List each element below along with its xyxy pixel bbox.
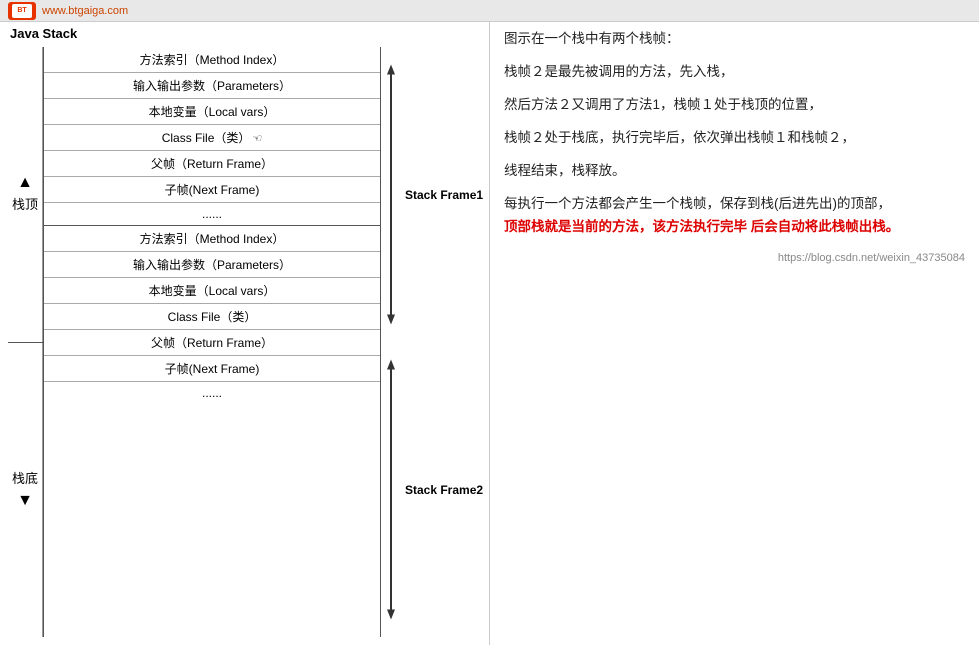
para6-normal: 每执行一个方法都会产生一个栈帧，保存到栈(后进先出)的: [504, 196, 851, 211]
frame1-row-0: 方法索引（Method Index）: [44, 47, 380, 73]
para2: 栈帧２是最先被调用的方法，先入栈，: [504, 61, 965, 84]
para6-red: 顶部栈就是当前的方法，该方法执行完毕 后会自动将此栈帧出栈。: [504, 219, 899, 234]
center-frames: 方法索引（Method Index） 输入输出参数（Parameters） 本地…: [43, 47, 381, 637]
diagram-panel: Java Stack ▲ 栈顶 栈底: [0, 22, 490, 645]
frame1-row-6: ......: [44, 203, 380, 225]
frame2-row-2: 本地变量（Local vars）: [44, 278, 380, 304]
frame2-row-5: 子帧(Next Frame): [44, 356, 380, 382]
frame2-row-3: Class File（类）: [44, 304, 380, 330]
frame1-row-5: 子帧(Next Frame): [44, 177, 380, 203]
frame1-block: 方法索引（Method Index） 输入输出参数（Parameters） 本地…: [44, 47, 380, 226]
frame2-row-6: ......: [44, 382, 380, 404]
para6-top: 顶部，: [851, 196, 892, 211]
para3: 然后方法２又调用了方法1，栈帧１处于栈顶的位置，: [504, 94, 965, 117]
left-indicator: ▲ 栈顶 栈底 ▼: [8, 47, 43, 637]
frame1-right: Stack Frame1: [381, 47, 481, 342]
frame1-row-4: 父帧（Return Frame）: [44, 151, 380, 177]
logo-inner: BT: [12, 4, 32, 18]
url-text: www.btgaiga.com: [42, 5, 128, 17]
para6: 每执行一个方法都会产生一个栈帧，保存到栈(后进先出)的顶部， 顶部栈就是当前的方…: [504, 193, 965, 239]
frame2-row-1: 输入输出参数（Parameters）: [44, 252, 380, 278]
para1: 图示在一个栈中有两个栈帧：: [504, 28, 965, 51]
frame1-row-3: Class File（类）: [44, 125, 380, 151]
up-arrow-symbol: ▲: [17, 174, 33, 192]
frame2-row-4: 父帧（Return Frame）: [44, 330, 380, 356]
frame2-right: Stack Frame2: [381, 342, 481, 637]
top-indicator: ▲ 栈顶: [8, 47, 43, 342]
frame2-row-0: 方法索引（Method Index）: [44, 226, 380, 252]
watermark: https://blog.csdn.net/weixin_43735084: [504, 249, 965, 268]
frame2-label: Stack Frame2: [401, 483, 483, 497]
frame1-row-1: 输入输出参数（Parameters）: [44, 73, 380, 99]
bottom-indicator: 栈底 ▼: [8, 343, 43, 638]
right-side: Stack Frame1 Stack Frame2: [381, 47, 481, 637]
text-panel: 图示在一个栈中有两个栈帧： 栈帧２是最先被调用的方法，先入栈， 然后方法２又调用…: [490, 22, 979, 645]
frame1-arrow-svg: [381, 47, 401, 342]
para5: 线程结束，栈释放。: [504, 160, 965, 183]
frame2-arrow-svg: [381, 342, 401, 637]
frame1-row-2: 本地变量（Local vars）: [44, 99, 380, 125]
top-bar: BT www.btgaiga.com: [0, 0, 979, 22]
stack-top-label: 栈顶: [12, 196, 38, 214]
frame2-block: 方法索引（Method Index） 输入输出参数（Parameters） 本地…: [44, 226, 380, 404]
java-stack-title: Java Stack: [8, 26, 481, 41]
para4: 栈帧２处于栈底，执行完毕后，依次弹出栈帧１和栈帧２，: [504, 127, 965, 150]
stack-bottom-label: 栈底: [12, 470, 38, 488]
frame1-label: Stack Frame1: [401, 188, 483, 202]
logo: BT: [8, 2, 36, 20]
down-arrow-symbol: ▼: [17, 492, 33, 510]
